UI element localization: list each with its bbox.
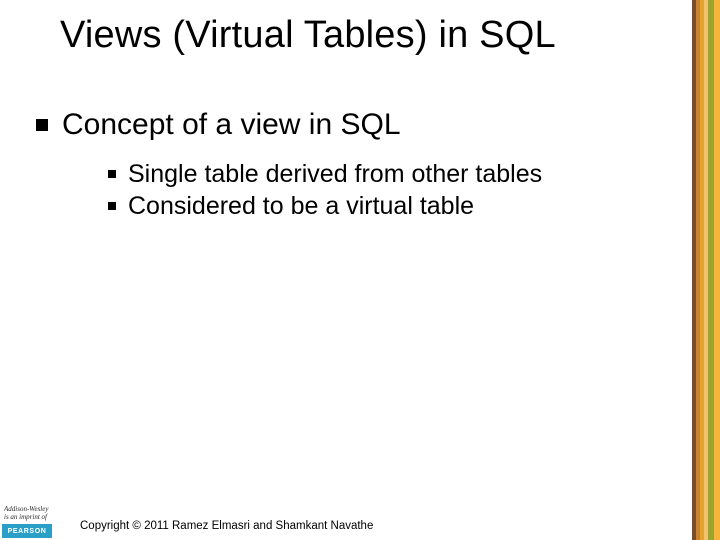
square-bullet-icon [108,170,116,178]
bullet-level2-text: Considered to be a virtual table [128,192,474,221]
publisher-logo: Addison-Wesley is an imprint of PEARSON [2,505,64,538]
slide-title: Views (Virtual Tables) in SQL [60,14,556,57]
square-bullet-icon [36,119,48,131]
publisher-name: Addison-Wesley is an imprint of [2,505,64,522]
square-bullet-icon [108,202,116,210]
slide: Views (Virtual Tables) in SQL Concept of… [0,0,720,540]
pearson-badge: PEARSON [2,524,52,538]
bullet-level2: Single table derived from other tables [108,160,542,189]
slide-footer: Addison-Wesley is an imprint of PEARSON … [0,494,720,540]
decorative-stripe [692,0,720,540]
bullet-level1: Concept of a view in SQL [36,108,401,142]
bullet-level1-text: Concept of a view in SQL [62,108,401,142]
copyright-text: Copyright © 2011 Ramez Elmasri and Shamk… [80,520,373,532]
bullet-level2-text: Single table derived from other tables [128,160,542,189]
bullet-level2: Considered to be a virtual table [108,192,474,221]
